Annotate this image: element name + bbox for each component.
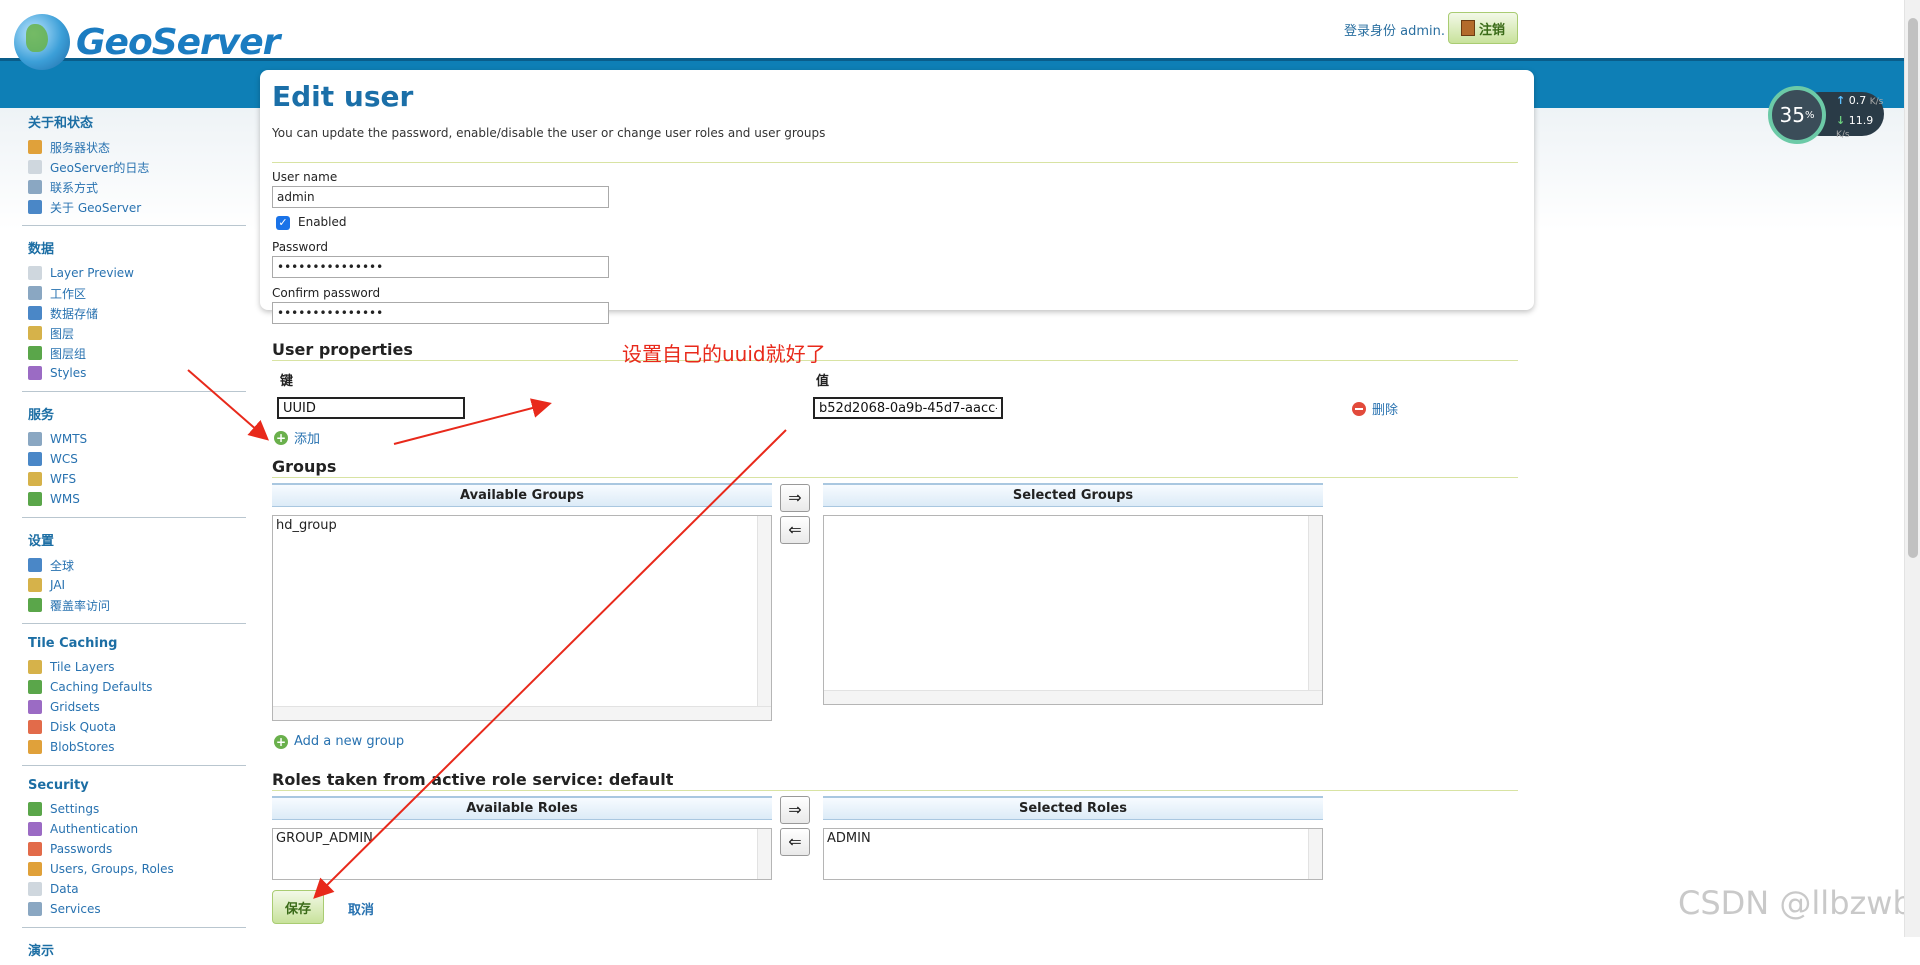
- usage-percent-unit: %: [1804, 109, 1815, 121]
- network-speed-widget: 35% ↑ 0.7 K/s ↓ 11.9 K/s: [1768, 86, 1888, 144]
- upload-value: 0.7: [1848, 94, 1867, 107]
- upload-unit: K/s: [1869, 97, 1884, 107]
- usage-percent: 35: [1779, 103, 1805, 127]
- annotation-arrow: [393, 398, 552, 445]
- download-unit: K/s: [1836, 130, 1850, 140]
- usage-circle: 35%: [1768, 86, 1826, 144]
- annotation-arrow: [313, 429, 787, 899]
- watermark: CSDN @llbzwb: [1678, 884, 1913, 922]
- scrollbar-thumb[interactable]: [1908, 18, 1918, 558]
- upload-speed: ↑ 0.7 K/s: [1836, 94, 1883, 107]
- annotation-arrow: [187, 369, 270, 441]
- annotation-arrows: [187, 369, 787, 899]
- page-scrollbar[interactable]: [1904, 0, 1920, 937]
- up-arrow-icon: ↑: [1836, 94, 1846, 107]
- sidebar-section-title: 演示: [28, 944, 55, 959]
- down-arrow-icon: ↓: [1836, 114, 1846, 127]
- download-speed: ↓ 11.9 K/s: [1836, 114, 1888, 140]
- download-value: 11.9: [1848, 114, 1874, 127]
